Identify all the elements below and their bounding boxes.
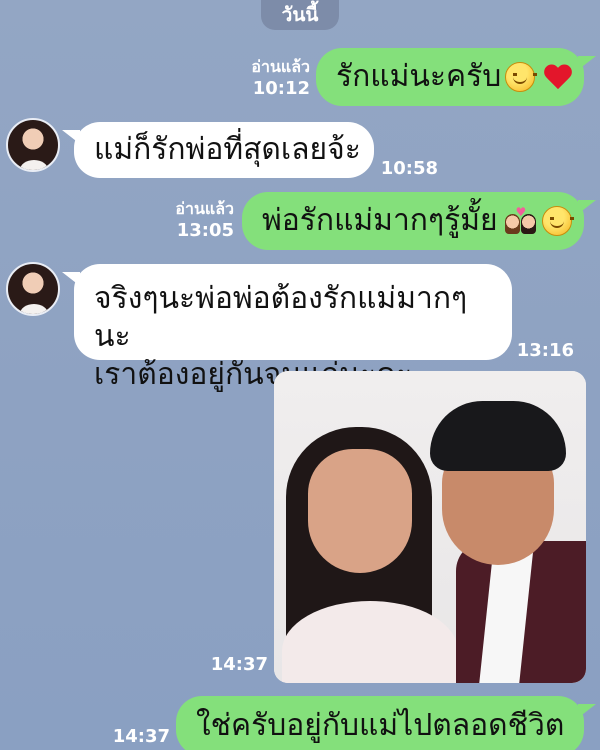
message-meta: อ่านแล้ว 10:12	[226, 56, 310, 100]
smiling-face-icon	[505, 62, 538, 92]
smiling-face-icon	[541, 206, 574, 236]
message-text: แม่ก็รักพ่อที่สุดเลยจ้ะ	[94, 132, 361, 167]
shared-photo[interactable]	[274, 371, 586, 683]
message-time: 13:05	[176, 220, 234, 241]
outgoing-message-bubble[interactable]: ใช่ครับอยู่กับแม่ไปตลอดชีวิต	[176, 696, 596, 750]
incoming-message-bubble[interactable]: แม่ก็รักพ่อที่สุดเลยจ้ะ	[62, 122, 374, 178]
outgoing-message-bubble[interactable]: รักแม่นะครับ	[316, 48, 596, 106]
message-meta: 13:16	[512, 340, 574, 362]
message-time: 10:12	[252, 78, 310, 99]
message-time: 10:58	[380, 158, 438, 179]
incoming-message-bubble[interactable]: จริงๆนะพ่อพ่อต้องรักแม่มากๆนะ เราต้องอยู…	[62, 264, 512, 392]
message-meta: อ่านแล้ว 13:05	[150, 198, 234, 242]
chat-window: วันนี้ อ่านแล้ว 10:12 รักแม่นะครับ แม่ก็…	[0, 0, 600, 750]
message-text: ใช่ครับอยู่กับแม่ไปตลอดชีวิต	[196, 708, 565, 743]
couple-with-heart-icon: ♥	[502, 206, 538, 236]
woman-face	[308, 449, 412, 573]
message-meta: 14:37	[206, 654, 268, 676]
man-hair	[430, 401, 566, 471]
message-time: 14:37	[112, 726, 170, 747]
read-receipt: อ่านแล้ว	[251, 57, 310, 76]
message-text: พ่อรักแม่มากๆรู้มั้ย	[262, 203, 498, 238]
contact-avatar[interactable]	[6, 262, 60, 316]
red-heart-icon	[539, 63, 573, 91]
message-time: 13:16	[516, 340, 574, 361]
message-meta: 10:58	[378, 158, 438, 180]
outgoing-message-bubble[interactable]: พ่อรักแม่มากๆรู้มั้ย ♥	[242, 192, 596, 250]
contact-avatar[interactable]	[6, 118, 60, 172]
message-line: จริงๆนะพ่อพ่อต้องรักแม่มากๆนะ	[94, 281, 468, 354]
message-time: 14:37	[210, 654, 268, 675]
message-text: รักแม่นะครับ	[336, 59, 502, 94]
date-divider: วันนี้	[261, 0, 339, 30]
message-meta: 14:37	[106, 726, 170, 748]
read-receipt: อ่านแล้ว	[175, 199, 234, 218]
